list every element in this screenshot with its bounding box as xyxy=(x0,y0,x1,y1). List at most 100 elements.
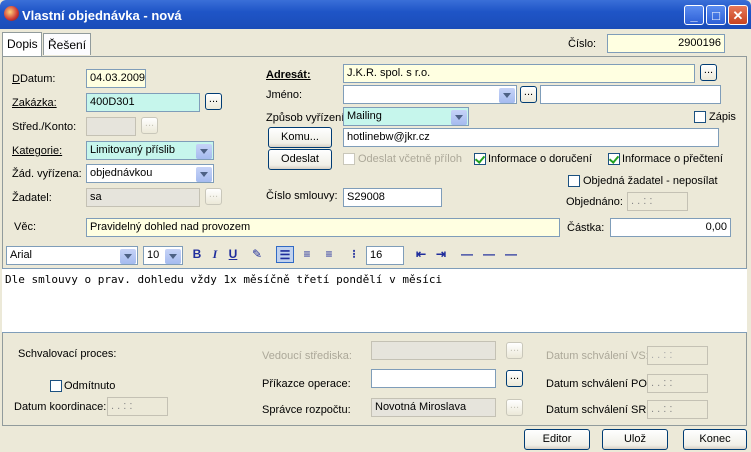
schvalovaci-label: Schvalovací proces: xyxy=(18,348,117,360)
cislo-field[interactable]: 2900196 xyxy=(607,34,725,53)
adresat-browse-button[interactable]: ... xyxy=(700,64,717,81)
zakazka-label: Zakázka: xyxy=(12,97,57,109)
stredisko-browse-button[interactable]: ... xyxy=(141,117,158,134)
datum-label: DDatum: xyxy=(12,73,56,85)
datum-koordinace-field[interactable]: . . : : xyxy=(107,397,168,416)
italic-button[interactable]: I xyxy=(206,246,224,263)
align-right-icon[interactable]: ≡ xyxy=(320,246,338,263)
size-value: 10 xyxy=(147,249,160,261)
chevron-down-icon[interactable] xyxy=(451,110,467,125)
bullet-list-icon[interactable]: ⁝ xyxy=(345,246,363,263)
tab-reseni[interactable]: Řešení xyxy=(43,33,91,55)
spravce-field[interactable]: Novotná Miroslava xyxy=(371,398,496,417)
odmitnuto-label: Odmítnuto xyxy=(64,380,116,392)
schvaleni-vs-label: Datum schválení VS: xyxy=(546,350,649,362)
datum-field[interactable]: 04.03.2009 xyxy=(86,69,146,88)
castka-label: Částka: xyxy=(567,222,605,234)
tab-dopis[interactable]: Dopis xyxy=(2,32,42,56)
uloz-button[interactable]: Ulož xyxy=(602,429,668,450)
jmeno-select[interactable] xyxy=(343,85,517,104)
zapis-checkbox[interactable] xyxy=(694,111,706,123)
align-center-icon[interactable]: ≡ xyxy=(298,246,316,263)
prikazce-field[interactable] xyxy=(371,369,496,388)
schvaleni-vs-field[interactable]: . . : : xyxy=(647,346,708,365)
color-icon[interactable]: ✎ xyxy=(248,246,266,263)
cislo-smlouvy-field[interactable]: S29008 xyxy=(343,188,442,207)
zad-vyrizena-value: objednávkou xyxy=(90,167,153,179)
info-precteni-checkbox[interactable] xyxy=(608,153,620,165)
komu-field[interactable]: hotlinebw@jkr.cz xyxy=(343,128,719,147)
line-left-icon[interactable]: — xyxy=(458,246,476,263)
kategorie-label: Kategorie: xyxy=(12,145,63,157)
chevron-down-icon[interactable] xyxy=(196,167,212,182)
castka-field[interactable]: 0,00 xyxy=(610,218,731,237)
schvaleni-po-field[interactable]: . . : : xyxy=(647,374,708,393)
odeslat-button[interactable]: Odeslat xyxy=(268,149,332,170)
underline-button[interactable]: U xyxy=(224,246,242,263)
indent-spinner[interactable]: 16 xyxy=(366,246,404,265)
vedouci-label: Vedoucí střediska: xyxy=(262,350,352,362)
chevron-down-icon[interactable] xyxy=(499,88,515,103)
datum-koordinace-label: Datum koordinace: xyxy=(14,401,107,413)
jmeno-extra-field[interactable] xyxy=(540,85,721,104)
editor-text[interactable]: Dle smlouvy o prav. dohledu vždy 1x měsí… xyxy=(5,273,442,286)
app-icon[interactable] xyxy=(4,6,19,21)
zad-vyrizena-select[interactable]: objednávkou xyxy=(86,164,214,183)
vec-label: Věc: xyxy=(14,221,37,233)
kategorie-value: Limitovaný příslib xyxy=(90,144,175,156)
prikazce-browse-button[interactable]: ... xyxy=(506,370,523,387)
maximize-button[interactable]: □ xyxy=(706,5,726,25)
zapis-label: Zápis xyxy=(709,111,736,123)
minimize-button[interactable]: _ xyxy=(684,5,704,25)
font-value: Arial xyxy=(10,249,33,261)
schvaleni-po-label: Datum schválení PO: xyxy=(546,378,650,390)
info-doruceni-checkbox[interactable] xyxy=(474,153,486,165)
size-select[interactable]: 10 xyxy=(143,246,183,265)
jmeno-label: Jméno: xyxy=(266,89,303,101)
chevron-down-icon[interactable] xyxy=(165,249,181,264)
indent-icon[interactable]: ⇥ xyxy=(432,246,450,263)
objednana-zadatel-checkbox[interactable] xyxy=(568,175,580,187)
schvaleni-sr-label: Datum schválení SR: xyxy=(546,404,650,416)
zadatel-browse-button[interactable]: ... xyxy=(205,188,222,205)
objednano-field[interactable]: . . : : xyxy=(627,192,688,211)
indent-value: 16 xyxy=(370,249,383,261)
info-precteni-label: Informace o přečtení xyxy=(622,153,723,165)
line-right-icon[interactable]: — xyxy=(502,246,520,263)
adresat-field[interactable]: J.K.R. spol. s r.o. xyxy=(343,64,695,83)
outdent-icon[interactable]: ⇤ xyxy=(412,246,430,263)
zpusob-select[interactable]: Mailing xyxy=(343,107,469,126)
chevron-down-icon[interactable] xyxy=(120,249,136,264)
spravce-browse-button[interactable]: ... xyxy=(506,399,523,416)
window-title: Vlastní objednávka - nová xyxy=(22,8,182,23)
odeslat-vcetne-checkbox[interactable] xyxy=(343,153,355,165)
komu-button[interactable]: Komu... xyxy=(268,127,332,148)
zakazka-field[interactable]: 400D301 xyxy=(86,93,200,112)
line-center-icon[interactable]: — xyxy=(480,246,498,263)
zpusob-label: Způsob vyřízení: xyxy=(266,112,348,124)
prikazce-label: Příkazce operace: xyxy=(262,378,351,390)
vedouci-field[interactable] xyxy=(371,341,496,360)
zadatel-field[interactable]: sa xyxy=(86,188,200,207)
zakazka-browse-button[interactable]: ... xyxy=(205,93,222,110)
cislo-label: Číslo: xyxy=(568,38,597,50)
odeslat-vcetne-label: Odeslat včetně příloh xyxy=(358,153,462,165)
jmeno-browse-button[interactable]: ... xyxy=(520,86,537,103)
objednana-zadatel-label: Objedná žadatel - neposílat xyxy=(583,175,718,187)
bold-button[interactable]: B xyxy=(188,246,206,263)
vedouci-browse-button[interactable]: ... xyxy=(506,342,523,359)
schvaleni-sr-field[interactable]: . . : : xyxy=(647,400,708,419)
stredisko-field[interactable] xyxy=(86,117,136,136)
chevron-down-icon[interactable] xyxy=(196,144,212,159)
konec-button[interactable]: Konec xyxy=(683,429,747,450)
font-select[interactable]: Arial xyxy=(6,246,138,265)
odmitnuto-checkbox[interactable] xyxy=(50,380,62,392)
editor-button[interactable]: Editor xyxy=(524,429,590,450)
spravce-label: Správce rozpočtu: xyxy=(262,404,351,416)
close-button[interactable]: ✕ xyxy=(728,5,748,25)
vec-field[interactable]: Pravidelný dohled nad provozem xyxy=(86,218,560,237)
kategorie-select[interactable]: Limitovaný příslib xyxy=(86,141,214,160)
zad-vyrizena-label: Žád. vyřízena: xyxy=(12,168,82,180)
datum-label-text: Datum: xyxy=(19,73,56,85)
align-left-icon[interactable]: ☰ xyxy=(276,246,294,263)
